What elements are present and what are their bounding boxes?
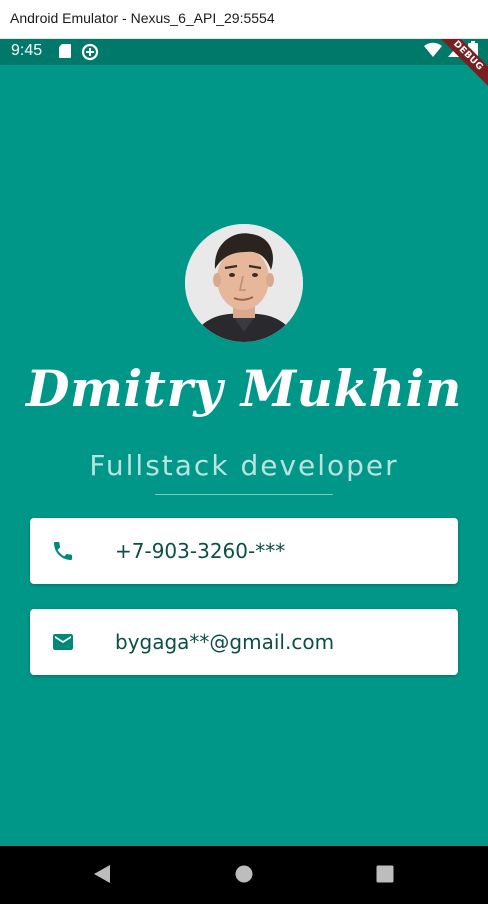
recents-icon[interactable] <box>376 864 394 884</box>
sd-card-icon <box>59 44 71 58</box>
email-icon <box>53 634 73 650</box>
window-title: Android Emulator - Nexus_6_API_29:5554 <box>10 10 275 26</box>
phone-screen: 9:45 DEBUG Dmitry Mukhin Fullstack devel… <box>0 39 488 904</box>
status-time: 9:45 <box>11 42 43 59</box>
profile-photo <box>185 224 303 342</box>
window-titlebar: Android Emulator - Nexus_6_API_29:5554 <box>0 0 488 39</box>
phone-icon <box>54 542 72 560</box>
data-saver-icon <box>81 43 99 61</box>
home-icon[interactable] <box>235 864 253 884</box>
back-icon[interactable] <box>93 864 111 884</box>
divider <box>155 494 333 495</box>
wifi-icon <box>424 42 442 57</box>
avatar <box>185 224 303 342</box>
profile-role: Fullstack developer <box>89 449 399 482</box>
phone-number: +7-903-3260-*** <box>115 539 286 563</box>
navigation-bar <box>0 846 488 904</box>
email-address: bygaga**@gmail.com <box>115 630 335 654</box>
status-bar: 9:45 <box>0 39 488 65</box>
email-card[interactable]: bygaga**@gmail.com <box>30 609 458 675</box>
phone-card[interactable]: +7-903-3260-*** <box>30 518 458 584</box>
profile-name: Dmitry Mukhin <box>26 359 462 418</box>
